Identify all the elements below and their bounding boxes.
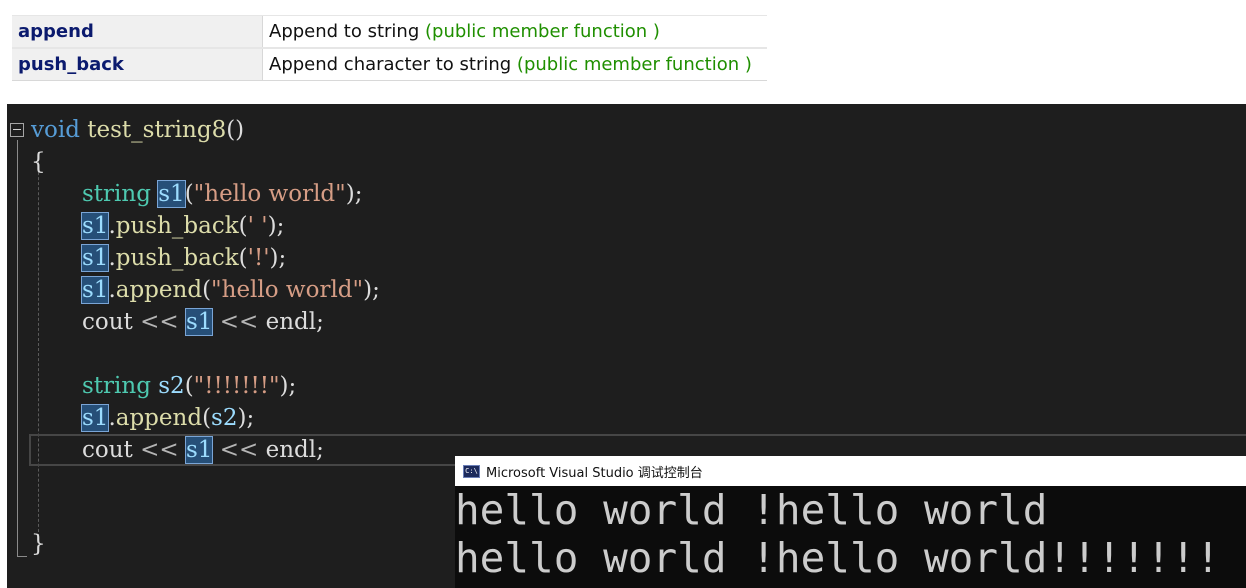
punctuation: ( (238, 245, 248, 271)
member-description: Append to string (public member function… (262, 15, 767, 49)
identifier-highlight: s1 (80, 276, 110, 304)
close-brace: } (31, 531, 46, 557)
punctuation: . (108, 405, 116, 431)
code-line-2[interactable]: { (31, 146, 46, 178)
table-row: push_back Append character to string (pu… (12, 47, 767, 81)
operator: << (132, 309, 186, 335)
code-line-14[interactable]: } (31, 528, 46, 560)
code-line-4[interactable]: s1.push_back(' '); (80, 210, 285, 242)
code-line-6[interactable]: s1.append("hello world"); (80, 274, 380, 306)
identifier: cout (82, 437, 133, 463)
punctuation: ); (269, 245, 287, 271)
member-description: Append character to string (public membe… (262, 47, 767, 81)
console-app-icon: C:\ (463, 464, 480, 478)
char-literal: ' ' (247, 213, 268, 239)
open-brace: { (31, 149, 46, 175)
function-name: test_string8 (87, 117, 227, 143)
code-line-3[interactable]: string s1("hello world"); (82, 178, 362, 210)
fold-guide-end (17, 556, 27, 557)
console-output-line: hello world !hello world (455, 486, 1048, 534)
table-row: append Append to string (public member f… (12, 15, 767, 49)
description-text: Append to string (269, 21, 420, 42)
fold-guide-line (17, 140, 18, 556)
code-line-5[interactable]: s1.push_back('!'); (80, 242, 287, 274)
string-literal: "hello world" (193, 181, 346, 207)
punctuation: ( (238, 213, 248, 239)
identifier: cout (82, 309, 133, 335)
identifier-highlight: s1 (184, 436, 214, 464)
member-name-link[interactable]: append (12, 15, 263, 49)
punctuation: . (108, 245, 116, 271)
member-name-link[interactable]: push_back (12, 47, 263, 81)
punctuation: ; (316, 309, 324, 335)
method-name: push_back (115, 245, 239, 271)
punctuation: ( (202, 405, 212, 431)
code-line-1[interactable]: void test_string8() (31, 114, 244, 146)
code-line-11[interactable]: cout << s1 << endl; (82, 434, 324, 466)
type-name: string (82, 181, 151, 207)
punctuation: . (108, 277, 116, 303)
console-title: Microsoft Visual Studio 调试控制台 (486, 465, 703, 481)
reference-table: append Append to string (public member f… (12, 15, 767, 81)
punctuation: ); (267, 213, 285, 239)
punctuation: ( (202, 277, 212, 303)
member-type-tag: (public member function ) (516, 54, 752, 75)
identifier-highlight: s1 (157, 180, 186, 208)
method-name: push_back (115, 213, 239, 239)
identifier: endl (265, 309, 317, 335)
punctuation: ); (237, 405, 255, 431)
punctuation: ( (184, 373, 194, 399)
char-literal: '!' (247, 245, 270, 271)
identifier: s2 (158, 373, 185, 399)
description-text: Append character to string (269, 54, 512, 75)
identifier-highlight: s1 (184, 308, 214, 336)
string-literal: "hello world" (211, 277, 364, 303)
method-name: append (115, 405, 203, 431)
punctuation: . (108, 213, 116, 239)
punctuation: ); (345, 181, 363, 207)
debug-console-window[interactable]: C:\ Microsoft Visual Studio 调试控制台 hello … (455, 456, 1246, 588)
indent-guide (38, 152, 39, 542)
identifier-highlight: s1 (80, 404, 110, 432)
punctuation: ( (184, 181, 194, 207)
string-literal: "!!!!!!!" (193, 373, 280, 399)
member-type-tag: (public member function ) (425, 21, 660, 42)
operator: << (132, 437, 186, 463)
console-output-line: hello world !hello world!!!!!!! (455, 534, 1221, 582)
punctuation: ; (316, 437, 324, 463)
code-line-7[interactable]: cout << s1 << endl; (82, 306, 324, 338)
method-name: append (115, 277, 203, 303)
keyword: void (31, 117, 80, 143)
identifier-highlight: s1 (80, 244, 110, 272)
type-name: string (82, 373, 151, 399)
identifier-highlight: s1 (80, 212, 110, 240)
operator: << (212, 437, 266, 463)
punctuation: ); (279, 373, 297, 399)
operator: << (212, 309, 266, 335)
code-line-10[interactable]: s1.append(s2); (80, 402, 255, 434)
console-title-bar[interactable]: C:\ Microsoft Visual Studio 调试控制台 (455, 456, 1246, 486)
punctuation: () (226, 117, 245, 143)
identifier: endl (265, 437, 317, 463)
collapse-toggle-icon[interactable] (10, 123, 24, 137)
code-line-9[interactable]: string s2("!!!!!!!"); (82, 370, 296, 402)
identifier: s2 (211, 405, 238, 431)
punctuation: ); (363, 277, 380, 303)
